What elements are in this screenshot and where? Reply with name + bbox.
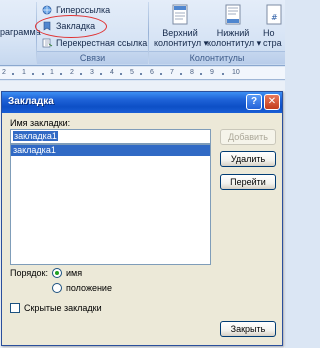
horizontal-ruler[interactable]: 2 1 1 2 3 4 5 6 7 8 9 10	[0, 67, 285, 80]
close-window-button[interactable]: ✕	[264, 94, 280, 110]
bookmark-list[interactable]: закладка1	[10, 144, 211, 265]
bookmark-dialog: Закладка ? ✕ Имя закладки: закладка1 зак…	[1, 91, 283, 346]
ruler-tick	[12, 73, 14, 75]
footer-label-line2: колонтитул ▾	[207, 38, 262, 48]
dialog-titlebar[interactable]: Закладка ? ✕	[2, 92, 282, 113]
close-button[interactable]: Закрыть	[220, 321, 276, 337]
hidden-bookmarks-label[interactable]: Скрытые закладки	[24, 303, 102, 313]
list-item[interactable]: закладка1	[11, 145, 210, 156]
footer-button[interactable]: Нижний колонтитул ▾	[207, 4, 262, 50]
sort-by-name-label[interactable]: имя	[66, 268, 82, 278]
ruler-tick	[100, 73, 102, 75]
ruler-number: 4	[110, 69, 114, 76]
radio-selected-dot	[55, 271, 59, 275]
page-number-label-line2: стра	[263, 38, 282, 48]
ruler-number: 8	[190, 69, 194, 76]
ruler-number: 2	[70, 69, 74, 76]
sort-by-name-radio[interactable]	[52, 268, 62, 278]
cross-reference-button[interactable]: Перекрестная ссылка	[42, 36, 147, 50]
hyperlink-button[interactable]: Гиперссылка	[42, 3, 110, 17]
ruler-number: 1	[50, 69, 54, 76]
ruler-tick	[180, 73, 182, 75]
ruler-number: 3	[90, 69, 94, 76]
cross-reference-icon	[42, 38, 53, 48]
ruler-tick	[200, 73, 202, 75]
help-icon: ?	[250, 96, 258, 107]
ruler-number: 7	[170, 69, 174, 76]
dialog-title: Закладка	[8, 96, 54, 107]
hyperlink-label: Гиперссылка	[56, 5, 111, 15]
close-icon: ✕	[267, 96, 277, 107]
ruler-number: 2	[2, 69, 6, 76]
page-number-label-line1: Но	[263, 28, 275, 38]
bookmark-name-label: Имя закладки:	[10, 118, 71, 128]
header-footer-group-label: Колонтитулы	[149, 51, 285, 64]
header-label-line2: колонтитул ▾	[154, 38, 209, 48]
bookmark-label: Закладка	[56, 21, 96, 31]
header-button[interactable]: Верхний колонтитул ▾	[154, 4, 209, 50]
chevron-down-icon: ▾	[256, 38, 262, 48]
ruler-tick	[140, 73, 142, 75]
ruler-number: 1	[22, 69, 26, 76]
bookmark-name-input[interactable]: закладка1	[10, 129, 211, 144]
sort-order-label: Порядок:	[10, 268, 48, 278]
header-page-icon	[172, 4, 188, 25]
footer-label-line1: Нижний	[216, 28, 250, 38]
ruler-tick	[80, 73, 82, 75]
smartart-button-fragment[interactable]: раграмма	[0, 27, 41, 37]
ruler-tick	[42, 73, 44, 75]
goto-button[interactable]: Перейти	[220, 174, 276, 190]
bookmark-button[interactable]: Закладка	[42, 19, 95, 33]
links-group-label: Связи	[37, 51, 148, 64]
add-button[interactable]: Добавить	[220, 129, 276, 145]
page-number-button[interactable]: # Но стра	[263, 4, 285, 50]
sort-by-position-label[interactable]: положение	[66, 283, 112, 293]
page-number-icon: #	[266, 4, 282, 25]
ruler-tick	[60, 73, 62, 75]
bookmark-flag-icon	[43, 21, 51, 31]
header-label-line1: Верхний	[162, 28, 198, 38]
sort-by-position-radio[interactable]	[52, 283, 62, 293]
ruler-tick	[222, 73, 224, 75]
ruler-number: 9	[210, 69, 214, 76]
ruler-number: 5	[130, 69, 134, 76]
ribbon: раграмма Гиперссылка Закладка Перекрестн…	[0, 0, 285, 66]
svg-text:#: #	[271, 13, 278, 22]
ruler-tick	[32, 73, 34, 75]
footer-page-icon	[225, 4, 241, 25]
bookmark-name-value: закладка1	[13, 131, 58, 141]
globe-link-icon	[42, 5, 52, 15]
cross-reference-label: Перекрестная ссылка	[56, 38, 148, 48]
hidden-bookmarks-checkbox[interactable]	[10, 303, 20, 313]
ruler-tick	[120, 73, 122, 75]
ruler-number: 10	[232, 69, 240, 76]
ruler-number: 6	[150, 69, 154, 76]
delete-button[interactable]: Удалить	[220, 151, 276, 167]
ruler-tick	[160, 73, 162, 75]
help-button[interactable]: ?	[246, 94, 262, 110]
